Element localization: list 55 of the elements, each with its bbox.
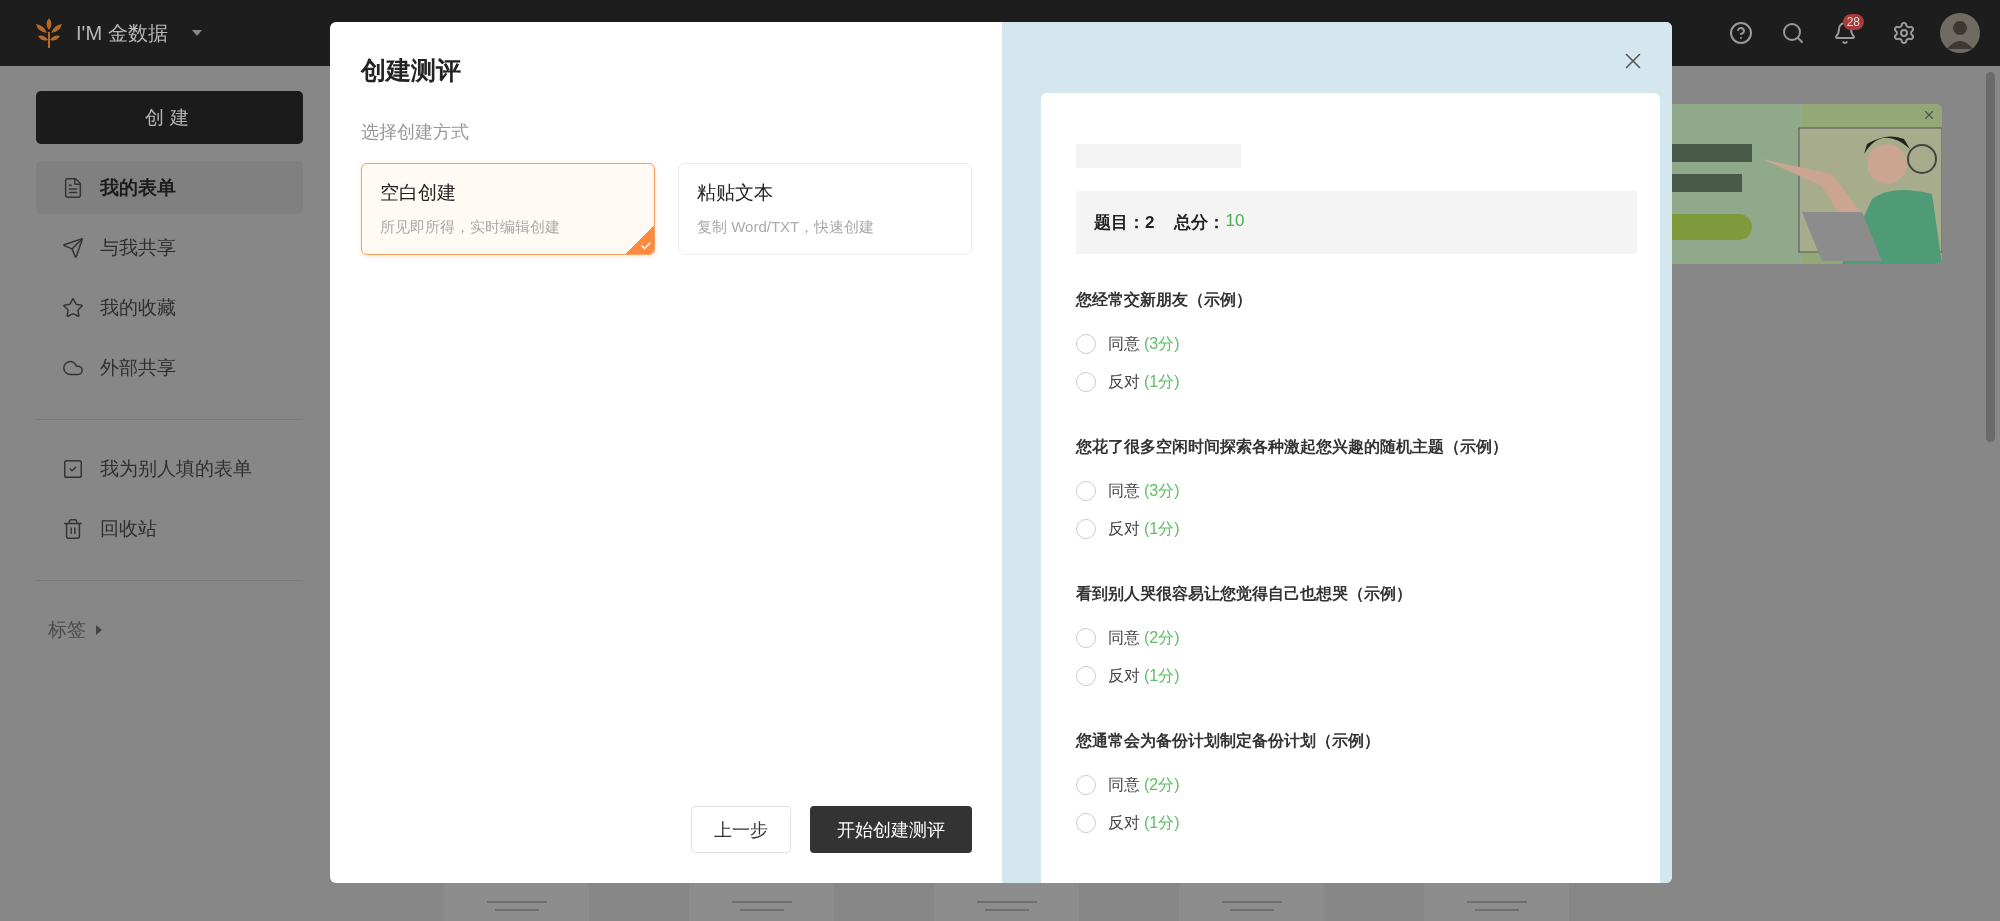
create-button[interactable]: 创建	[36, 91, 303, 144]
question-title: 您通常会为备份计划制定备份计划（示例）	[1076, 731, 1381, 751]
settings-icon[interactable]	[1892, 21, 1916, 45]
option-description: 所见即所得，实时编辑创建	[380, 218, 561, 237]
sidebar-item-label: 外部共享	[100, 355, 176, 380]
caret-icon[interactable]	[191, 30, 202, 36]
sidebar-item-label: 我的表单	[100, 175, 176, 200]
sidebar-item[interactable]: 我的表单	[36, 161, 303, 214]
sidebar-item[interactable]: 回收站	[36, 502, 303, 555]
start-button[interactable]: 开始创建测评	[810, 806, 972, 853]
close-icon[interactable]	[1922, 108, 1936, 122]
back-button[interactable]: 上一步	[691, 806, 791, 853]
question-title: 您经常交新朋友（示例）	[1076, 290, 1253, 310]
sidebar-item-label: 回收站	[100, 516, 157, 541]
caret-icon[interactable]	[96, 625, 102, 635]
sidebar-item-label: 我的收藏	[100, 295, 176, 320]
option-label: 同意 (3分)	[1108, 480, 1180, 501]
brand-name: I'M 金数据	[76, 20, 168, 46]
method-option[interactable]: 空白创建 所见即所得，实时编辑创建	[361, 163, 655, 255]
sidebar-item[interactable]: 我为别人填的表单	[36, 442, 303, 495]
dialog-title: 创建测评	[361, 55, 462, 86]
option-label: 同意 (2分)	[1108, 774, 1180, 795]
option-label: 同意 (3分)	[1108, 333, 1180, 354]
checkbox-icon	[62, 457, 84, 480]
sidebar-item[interactable]: 外部共享	[36, 341, 303, 394]
notification-badge: 28	[1842, 14, 1864, 30]
document-icon	[62, 176, 84, 199]
question-count: 题目：2	[1094, 212, 1155, 234]
sidebar-item-label: 与我共享	[100, 235, 176, 260]
section-label: 选择创建方式	[361, 121, 470, 144]
question-title: 看到别人哭很容易让您觉得自己也想哭（示例）	[1076, 584, 1413, 604]
option-label: 反对 (1分)	[1108, 371, 1180, 392]
scrollbar[interactable]	[1986, 72, 1995, 442]
option-label: 反对 (1分)	[1108, 812, 1180, 833]
option-label: 同意 (2分)	[1108, 627, 1180, 648]
question-title: 您花了很多空闲时间探索各种激起您兴趣的随机主题（示例）	[1076, 437, 1509, 457]
send-icon	[62, 236, 84, 259]
sidebar-item-label: 我为别人填的表单	[100, 456, 252, 481]
option-title: 空白创建	[380, 181, 457, 205]
method-option[interactable]: 粘贴文本 复制 Word/TXT，快速创建	[678, 163, 972, 255]
sidebar-item[interactable]: 我的收藏	[36, 281, 303, 334]
tags-label[interactable]: 标签	[48, 617, 86, 643]
total-score: 10	[1225, 211, 1245, 232]
help-icon[interactable]	[1728, 21, 1753, 45]
avatar[interactable]	[1940, 13, 1980, 53]
logo-icon	[34, 18, 64, 48]
search-icon[interactable]	[1780, 21, 1805, 45]
star-icon	[62, 296, 84, 319]
option-label: 反对 (1分)	[1108, 665, 1180, 686]
sidebar-item[interactable]: 与我共享	[36, 221, 303, 274]
score-label: 总分：	[1174, 212, 1226, 234]
option-description: 复制 Word/TXT，快速创建	[697, 218, 876, 237]
option-label: 反对 (1分)	[1108, 518, 1180, 539]
trash-icon	[62, 517, 84, 540]
option-title: 粘贴文本	[697, 181, 774, 205]
